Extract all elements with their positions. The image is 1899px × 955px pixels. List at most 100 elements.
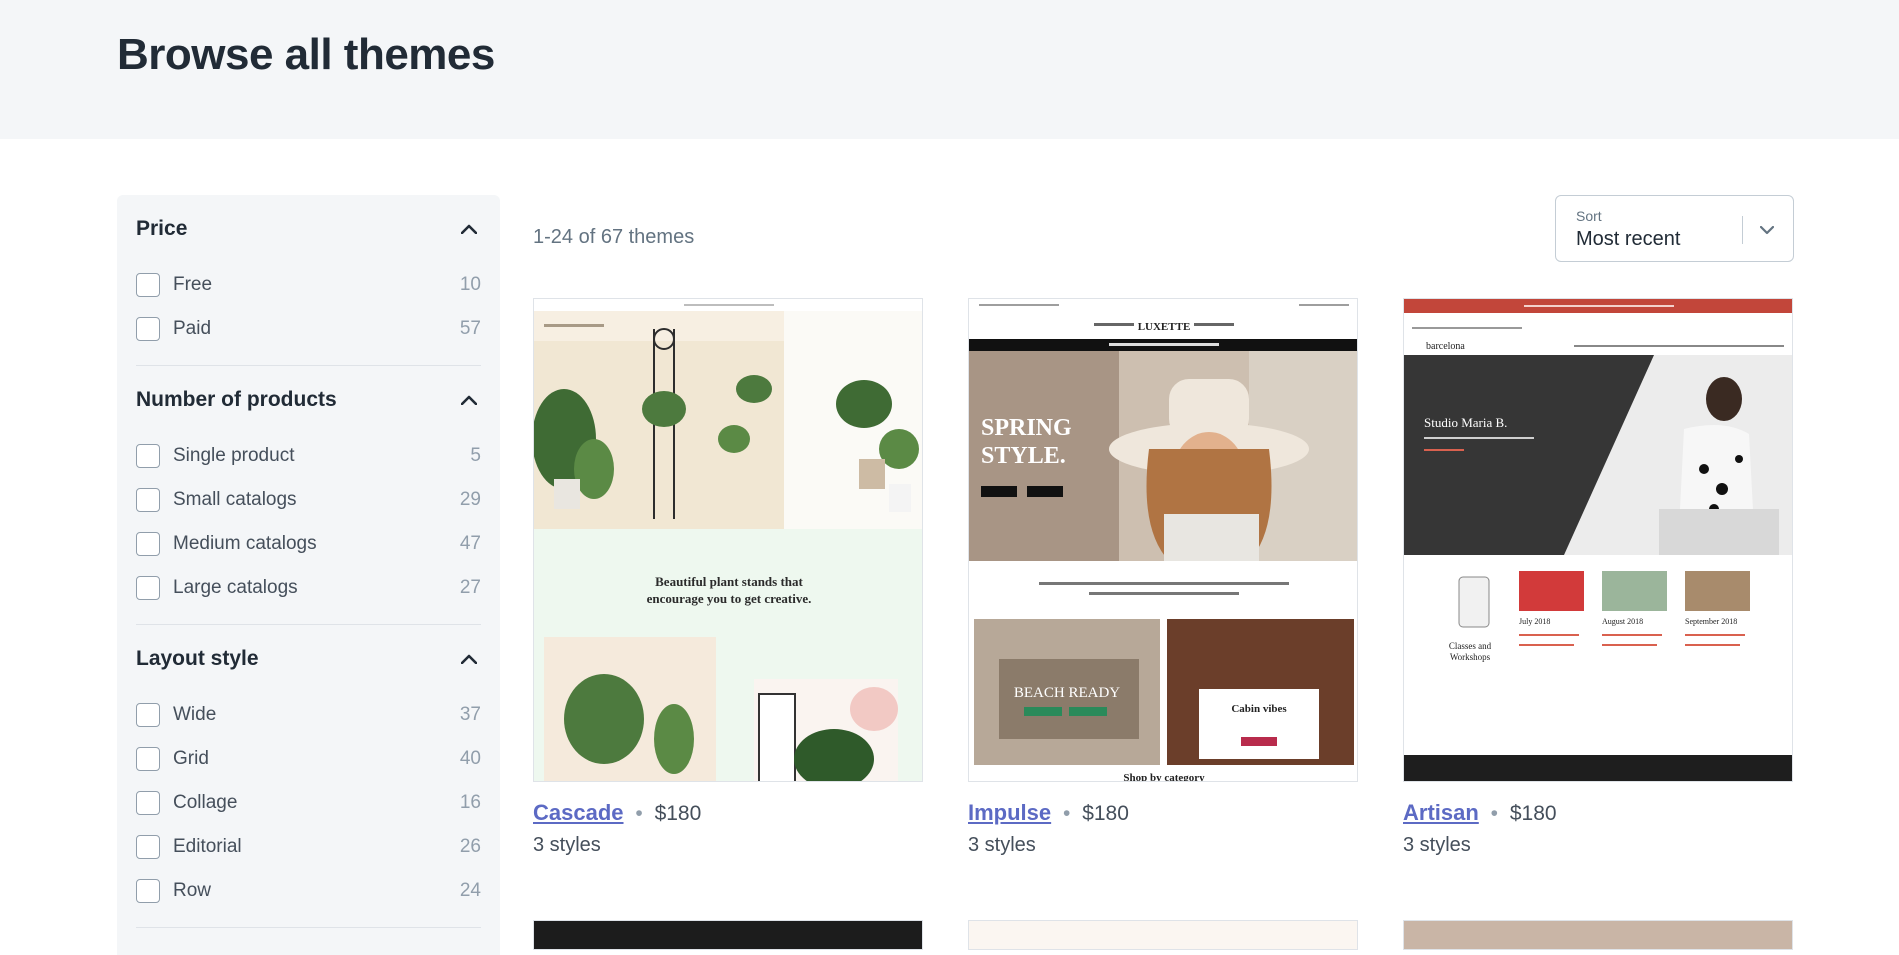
filter-group-number-of-products: Number of products Single product 5 Smal… xyxy=(136,366,481,625)
filter-option-editorial[interactable]: Editorial 26 xyxy=(136,825,481,869)
preview-caption: Cabin vibes xyxy=(1231,703,1287,715)
theme-preview[interactable] xyxy=(1403,920,1793,950)
filter-option-count: 26 xyxy=(459,836,481,857)
filter-option-wide[interactable]: Wide 37 xyxy=(136,693,481,737)
filter-option-count: 37 xyxy=(459,704,481,725)
filter-option-label: Small catalogs xyxy=(173,489,297,510)
filter-option-grid[interactable]: Grid 40 xyxy=(136,737,481,781)
filter-group-layout-style: Layout style Wide 37 Grid 40 Collage 16 xyxy=(136,625,481,928)
filter-toggle-layout-style[interactable]: Layout style xyxy=(136,625,481,693)
preview-headline: Beautiful plant stands that xyxy=(655,574,803,589)
filter-option-row[interactable]: Row 24 xyxy=(136,869,481,913)
filter-option-label: Paid xyxy=(173,318,212,339)
preview-month: September 2018 xyxy=(1685,617,1737,626)
preview-hero-title: Studio Maria B. xyxy=(1424,415,1507,430)
preview-promo: BEACH READY xyxy=(1014,685,1120,701)
chevron-up-icon[interactable] xyxy=(457,647,481,671)
filter-option-paid[interactable]: Paid 57 xyxy=(136,307,481,351)
filter-option-label: Large catalogs xyxy=(173,577,298,598)
preview-hero-text: SPRING xyxy=(981,415,1072,441)
theme-card: Beautiful plant stands that encourage yo… xyxy=(533,298,923,857)
preview-logo: LUXETTE xyxy=(1138,321,1191,333)
chevron-up-icon[interactable] xyxy=(457,388,481,412)
theme-preview[interactable] xyxy=(533,920,923,950)
theme-preview-artisan[interactable]: barcelona Studio Maria B. Classes and Wo… xyxy=(1403,298,1793,782)
filter-option-count: 27 xyxy=(459,577,481,598)
preview-classes: Workshops xyxy=(1450,652,1491,662)
filter-option-medium-catalogs[interactable]: Medium catalogs 47 xyxy=(136,522,481,566)
checkbox[interactable] xyxy=(136,273,160,297)
filter-option-label: Collage xyxy=(173,792,238,813)
theme-name-link[interactable]: Impulse xyxy=(968,800,1051,825)
filter-option-single-product[interactable]: Single product 5 xyxy=(136,434,481,478)
results-count: 1-24 of 67 themes xyxy=(533,226,695,248)
theme-name-link[interactable]: Artisan xyxy=(1403,800,1479,825)
theme-styles-count: 3 styles xyxy=(1403,834,1471,856)
filter-option-label: Free xyxy=(173,274,213,295)
filter-option-count: 57 xyxy=(459,318,481,339)
filter-option-label: Editorial xyxy=(173,836,242,857)
chevron-up-icon[interactable] xyxy=(457,217,481,241)
filter-title: Price xyxy=(136,217,188,240)
checkbox[interactable] xyxy=(136,791,160,815)
theme-preview[interactable] xyxy=(968,920,1358,950)
filter-toggle-number-of-products[interactable]: Number of products xyxy=(136,366,481,434)
page-header: Browse all themes xyxy=(0,0,1899,139)
filter-option-count: 47 xyxy=(459,533,481,554)
theme-price: $180 xyxy=(654,802,702,825)
filter-option-free[interactable]: Free 10 xyxy=(136,263,481,307)
theme-price: $180 xyxy=(1509,802,1557,825)
divider xyxy=(1742,216,1743,244)
filter-option-large-catalogs[interactable]: Large catalogs 27 xyxy=(136,566,481,610)
filter-option-label: Grid xyxy=(173,748,209,769)
chevron-down-icon xyxy=(1755,218,1779,242)
filter-option-count: 24 xyxy=(459,880,481,901)
filter-option-count: 40 xyxy=(459,748,481,769)
theme-preview-impulse[interactable]: LUXETTE SPRING STYLE. BEACH READY Cabin … xyxy=(968,298,1358,782)
preview-month: July 2018 xyxy=(1519,617,1550,626)
theme-styles-count: 3 styles xyxy=(533,834,601,856)
filter-option-count: 29 xyxy=(459,489,481,510)
preview-hero-text: STYLE. xyxy=(981,443,1066,469)
preview-logo: barcelona xyxy=(1426,341,1465,352)
preview-classes: Classes and xyxy=(1449,641,1492,651)
filter-toggle-price[interactable]: Price xyxy=(136,195,481,263)
filter-option-label: Medium catalogs xyxy=(173,533,317,554)
sort-value: Most recent xyxy=(1576,228,1681,250)
preview-headline: encourage you to get creative. xyxy=(647,591,812,606)
filter-option-label: Single product xyxy=(173,445,295,466)
separator-dot: • xyxy=(635,802,643,825)
checkbox[interactable] xyxy=(136,879,160,903)
preview-month: August 2018 xyxy=(1602,617,1643,626)
checkbox[interactable] xyxy=(136,576,160,600)
checkbox[interactable] xyxy=(136,488,160,512)
theme-name-link[interactable]: Cascade xyxy=(533,800,624,825)
filter-option-count: 16 xyxy=(459,792,481,813)
checkbox[interactable] xyxy=(136,444,160,468)
theme-card: LUXETTE SPRING STYLE. BEACH READY Cabin … xyxy=(968,298,1358,857)
theme-styles-count: 3 styles xyxy=(968,834,1036,856)
filter-option-count: 5 xyxy=(470,445,481,466)
checkbox[interactable] xyxy=(136,747,160,771)
sort-label: Sort xyxy=(1576,208,1602,224)
separator-dot: • xyxy=(1490,802,1498,825)
filter-option-collage[interactable]: Collage 16 xyxy=(136,781,481,825)
theme-card: barcelona Studio Maria B. Classes and Wo… xyxy=(1403,298,1793,857)
filter-title: Layout style xyxy=(136,647,259,670)
checkbox[interactable] xyxy=(136,703,160,727)
checkbox[interactable] xyxy=(136,532,160,556)
filter-option-count: 10 xyxy=(459,274,481,295)
checkbox[interactable] xyxy=(136,317,160,341)
filter-option-small-catalogs[interactable]: Small catalogs 29 xyxy=(136,478,481,522)
preview-footer: Shop by category xyxy=(1123,772,1205,782)
theme-price: $180 xyxy=(1082,802,1129,825)
filter-option-label: Wide xyxy=(173,704,217,725)
filter-title: Number of products xyxy=(136,388,337,411)
sort-select[interactable]: Sort Most recent xyxy=(1555,195,1794,262)
page-title: Browse all themes xyxy=(117,30,495,79)
checkbox[interactable] xyxy=(136,835,160,859)
theme-preview-cascade[interactable]: Beautiful plant stands that encourage yo… xyxy=(533,298,923,782)
filter-sidebar: Price Free 10 Paid 57 Number of products xyxy=(117,195,500,955)
filter-option-label: Row xyxy=(173,880,212,901)
filter-group-price: Price Free 10 Paid 57 xyxy=(136,195,481,366)
